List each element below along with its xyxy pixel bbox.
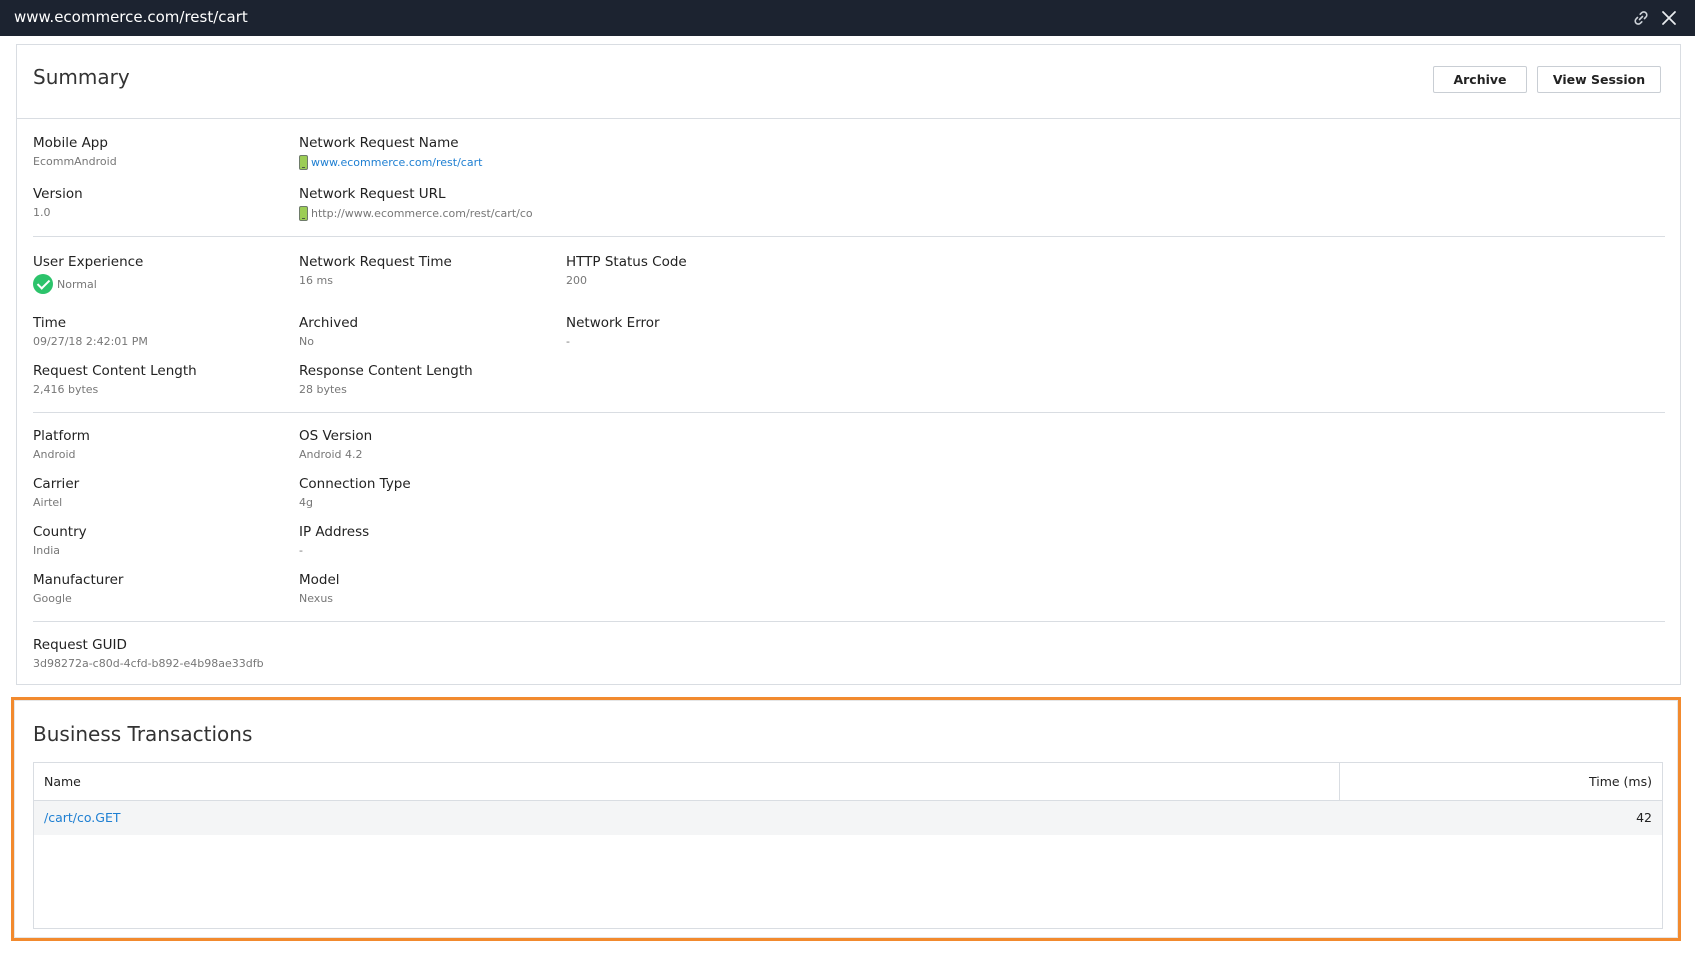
field-value: Android 4.2 [299, 448, 363, 461]
field-network-request-name: Network Request Name www.ecommerce.com/r… [299, 134, 482, 170]
business-transactions-panel: Business Transactions Name Time (ms) /ca… [11, 697, 1681, 941]
field-value: 16 ms [299, 274, 333, 287]
field-value: Google [33, 592, 72, 605]
field-value: 4g [299, 496, 313, 509]
field-value: Android [33, 448, 76, 461]
window-titlebar: www.ecommerce.com/rest/cart [0, 0, 1695, 36]
field-value: Airtel [33, 496, 63, 509]
field-time: Time 09/27/18 2:42:01 PM [33, 314, 148, 349]
transaction-time: 42 [1636, 810, 1652, 825]
field-label: Network Request URL [299, 186, 446, 202]
field-value: No [299, 335, 314, 348]
column-header-time[interactable]: Time (ms) [1589, 774, 1652, 789]
field-value: 3d98272a-c80d-4cfd-b892-e4b98ae33dfb [33, 657, 264, 670]
section-divider [33, 236, 1665, 237]
close-icon[interactable] [1658, 7, 1680, 29]
network-request-url-value: http://www.ecommerce.com/rest/cart/co [311, 207, 533, 220]
field-manufacturer: Manufacturer Google [33, 571, 123, 606]
field-value: - [566, 335, 570, 348]
field-label: Archived [299, 315, 359, 331]
network-request-name-link[interactable]: www.ecommerce.com/rest/cart [311, 156, 482, 169]
field-label: Model [299, 572, 340, 588]
field-country: Country India [33, 523, 87, 558]
column-divider[interactable] [1339, 763, 1340, 800]
field-mobile-app: Mobile App EcommAndroid [33, 134, 117, 169]
field-label: User Experience [33, 254, 144, 270]
field-label: Network Request Time [299, 254, 452, 270]
check-circle-icon [33, 274, 53, 294]
mobile-device-icon [299, 206, 308, 221]
field-carrier: Carrier Airtel [33, 475, 79, 510]
field-value: Nexus [299, 592, 334, 605]
field-connection-type: Connection Type 4g [299, 475, 411, 510]
field-network-request-url: Network Request URL http://www.ecommerce… [299, 185, 533, 221]
field-value-row: Normal [33, 274, 143, 294]
field-value: 28 bytes [299, 383, 347, 396]
summary-header: Summary Archive View Session [17, 45, 1680, 119]
field-response-content-length: Response Content Length 28 bytes [299, 362, 473, 397]
business-transactions-title: Business Transactions [33, 722, 253, 746]
field-value: India [33, 544, 60, 557]
view-session-button[interactable]: View Session [1537, 66, 1661, 93]
field-value: EcommAndroid [33, 155, 117, 168]
field-value: 200 [566, 274, 587, 287]
field-label: OS Version [299, 428, 373, 444]
field-label: HTTP Status Code [566, 254, 687, 270]
field-label: Platform [33, 428, 90, 444]
field-value: 2,416 bytes [33, 383, 99, 396]
field-label: Manufacturer [33, 572, 124, 588]
field-value: 1.0 [33, 206, 51, 219]
field-ip-address: IP Address - [299, 523, 369, 558]
field-request-content-length: Request Content Length 2,416 bytes [33, 362, 197, 397]
field-platform: Platform Android [33, 427, 90, 462]
field-network-request-time: Network Request Time 16 ms [299, 253, 452, 288]
summary-panel: Summary Archive View Session Mobile App … [16, 44, 1681, 685]
field-label: Request Content Length [33, 363, 197, 379]
field-label: Time [33, 315, 67, 331]
field-network-error: Network Error - [566, 314, 660, 349]
field-label: Version [33, 186, 83, 202]
field-request-guid: Request GUID 3d98272a-c80d-4cfd-b892-e4b… [33, 636, 264, 671]
field-label: Connection Type [299, 476, 411, 492]
field-os-version: OS Version Android 4.2 [299, 427, 372, 462]
mobile-device-icon [299, 155, 308, 170]
field-archived: Archived No [299, 314, 358, 349]
section-divider [33, 621, 1665, 622]
field-http-status-code: HTTP Status Code 200 [566, 253, 687, 288]
column-header-name[interactable]: Name [44, 774, 81, 789]
field-value-row: www.ecommerce.com/rest/cart [299, 155, 482, 170]
business-transactions-table: Name Time (ms) /cart/co.GET 42 [33, 762, 1663, 929]
field-label: IP Address [299, 524, 370, 540]
field-label: Request GUID [33, 637, 127, 653]
field-model: Model Nexus [299, 571, 340, 606]
field-label: Country [33, 524, 87, 540]
field-value-row: http://www.ecommerce.com/rest/cart/co [299, 206, 533, 221]
field-label: Network Error [566, 315, 660, 331]
archive-button[interactable]: Archive [1433, 66, 1527, 93]
section-divider [33, 412, 1665, 413]
table-header: Name Time (ms) [34, 763, 1662, 801]
field-label: Network Request Name [299, 135, 459, 151]
field-version: Version 1.0 [33, 185, 83, 220]
field-label: Response Content Length [299, 363, 473, 379]
transaction-name-link[interactable]: /cart/co.GET [44, 810, 121, 825]
field-label: Carrier [33, 476, 80, 492]
field-value: 09/27/18 2:42:01 PM [33, 335, 148, 348]
link-icon[interactable] [1630, 7, 1652, 29]
window-title: www.ecommerce.com/rest/cart [14, 8, 248, 26]
summary-title: Summary [33, 65, 130, 89]
field-label: Mobile App [33, 135, 108, 151]
user-experience-value: Normal [57, 278, 97, 291]
table-row[interactable]: /cart/co.GET 42 [34, 801, 1662, 835]
field-user-experience: User Experience Normal [33, 253, 143, 294]
field-value: - [299, 544, 303, 557]
